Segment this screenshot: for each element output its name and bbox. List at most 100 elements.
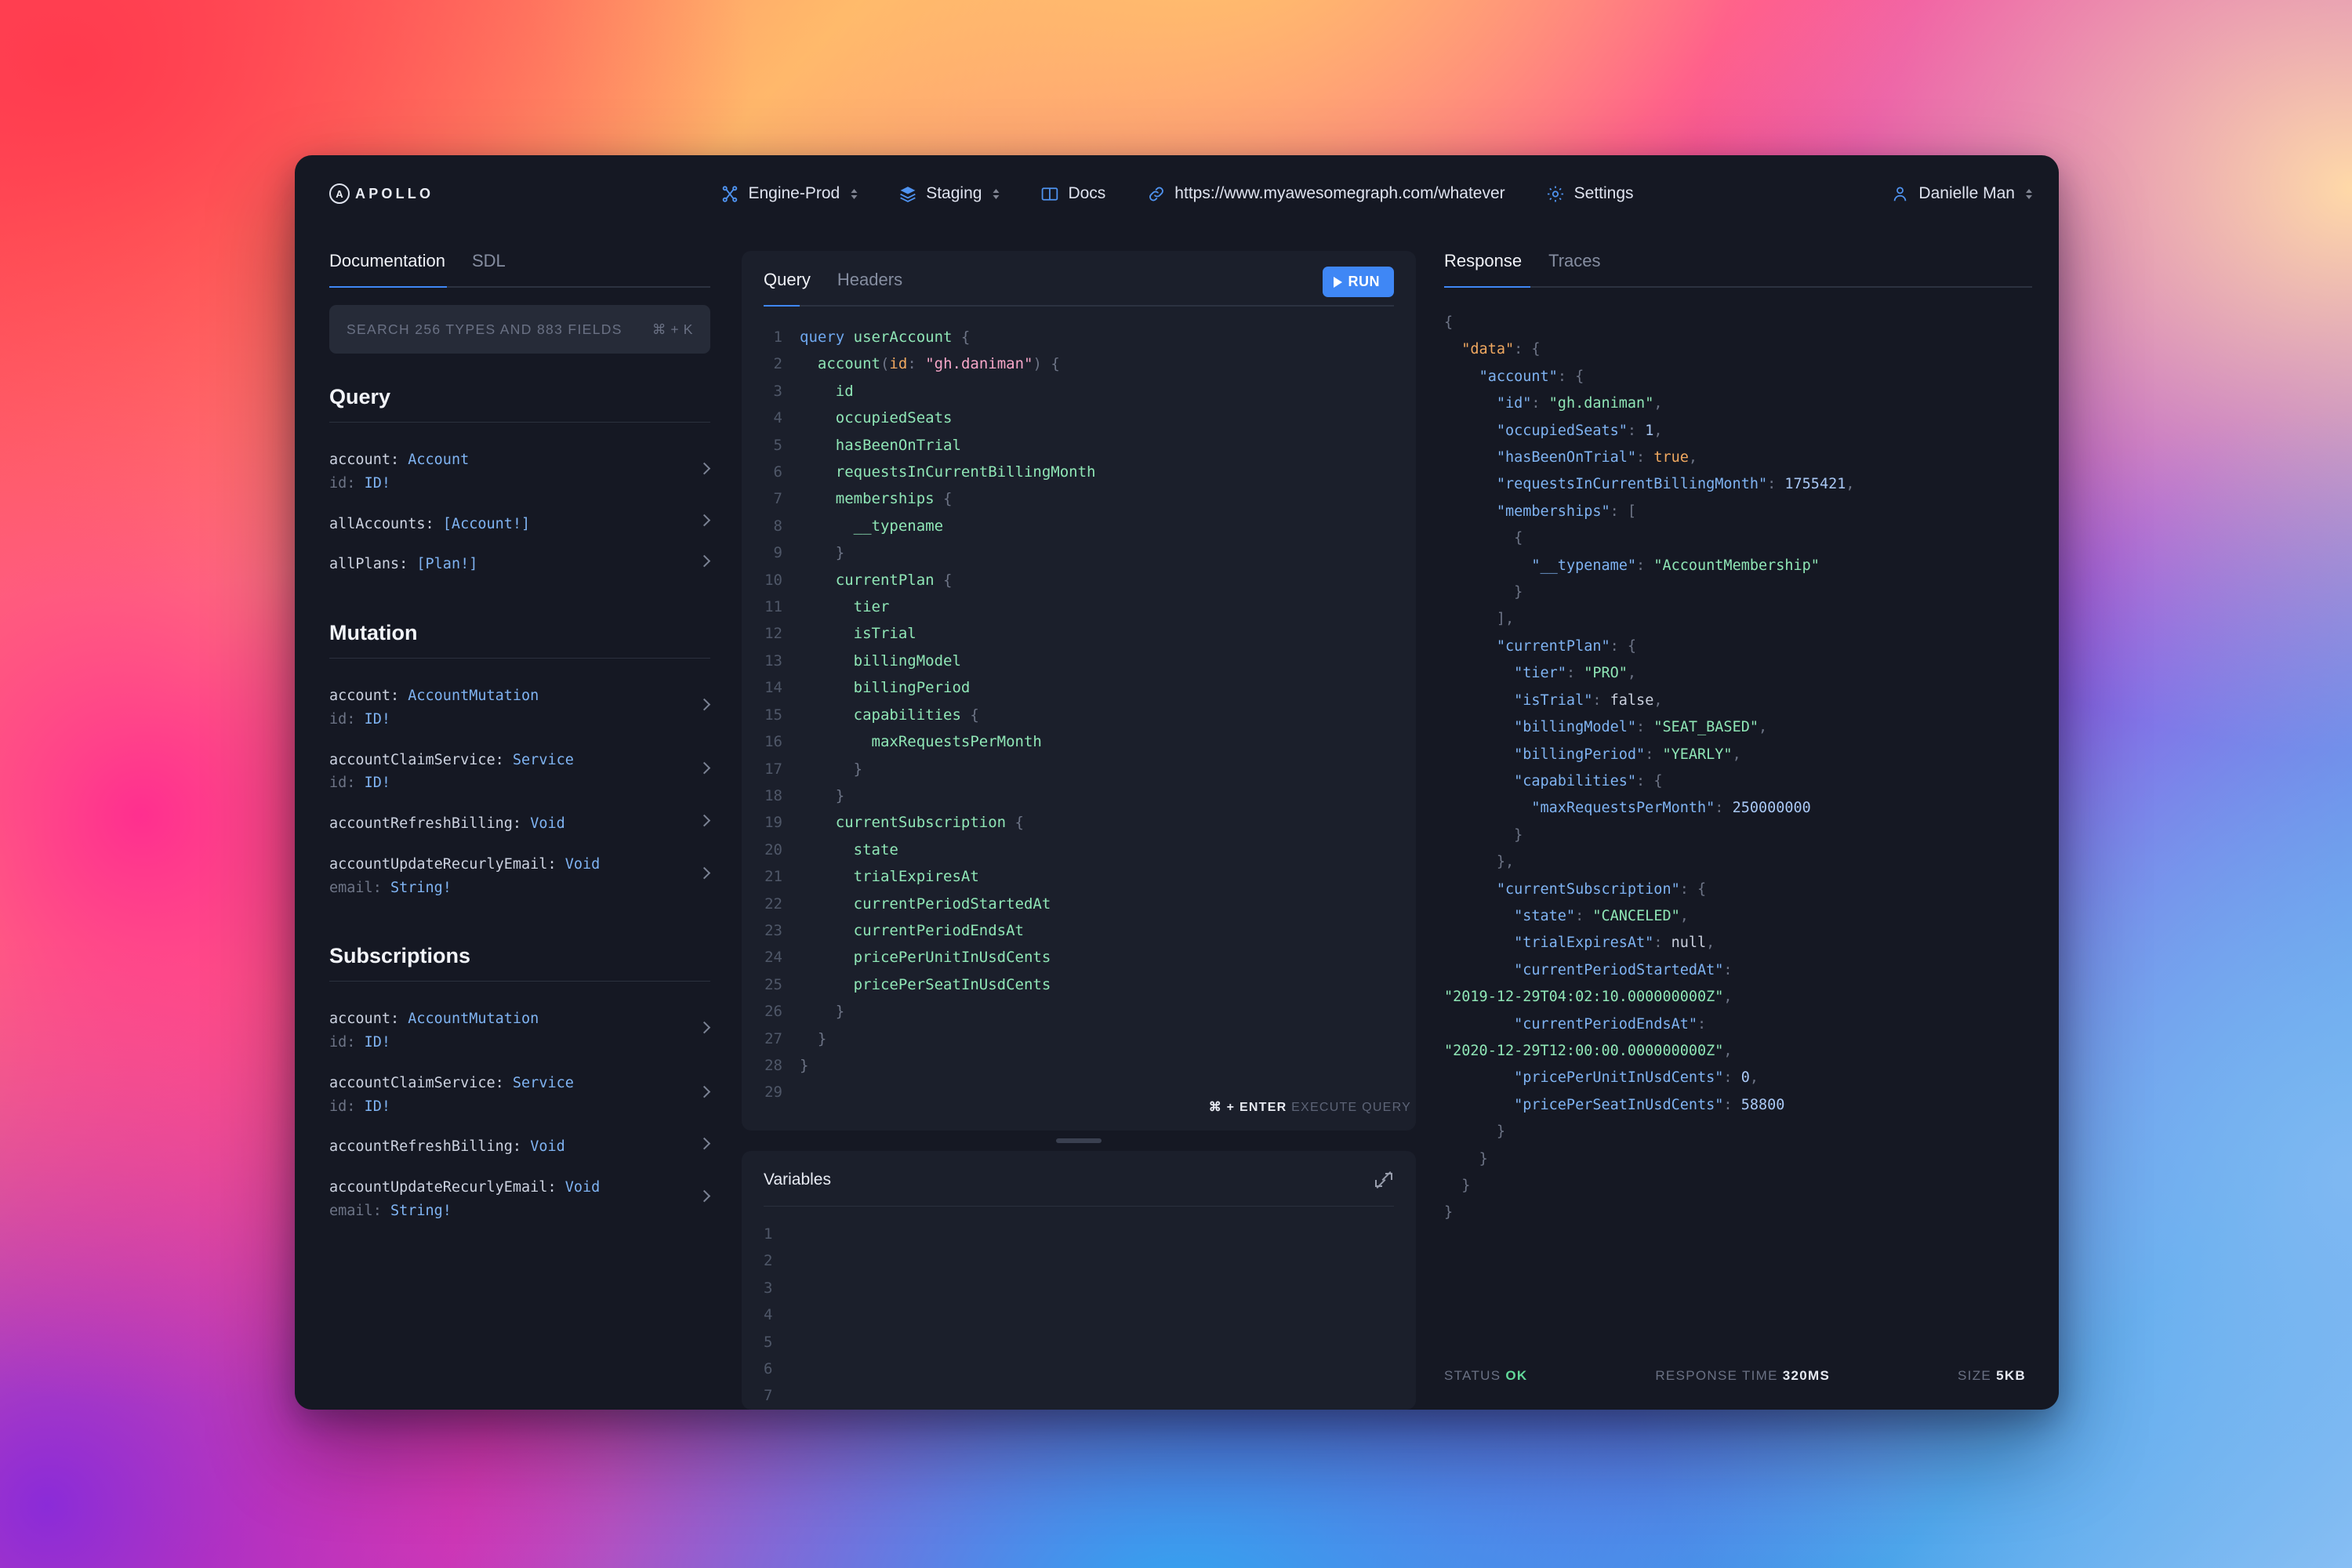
schema-field-row[interactable]: account: AccountMutation id: ID! xyxy=(329,999,711,1063)
tab-headers[interactable]: Headers xyxy=(837,270,902,305)
user-menu[interactable]: Danielle Man xyxy=(1890,184,2032,204)
code-token: "currentSubscription" xyxy=(1496,880,1680,898)
nav-item-staging[interactable]: Staging xyxy=(898,184,1000,204)
code-token: isTrial xyxy=(853,625,916,643)
code-token: : xyxy=(1715,800,1733,817)
code-token: : xyxy=(1723,1096,1741,1113)
code-token: 0 xyxy=(1740,1069,1750,1087)
line-number: 5 xyxy=(764,1333,773,1351)
code-line: 12 isTrial xyxy=(764,620,1394,647)
code-token: , xyxy=(1723,989,1733,1006)
code-token: , xyxy=(1723,1042,1733,1059)
query-code-editor[interactable]: 1 query userAccount {2 account(id: "gh.da… xyxy=(764,324,1394,1131)
code-token: { xyxy=(952,328,971,346)
nav-item-settings[interactable]: Settings xyxy=(1546,184,1634,204)
tab-traces[interactable]: Traces xyxy=(1548,251,1600,286)
code-token: "currentPlan" xyxy=(1496,637,1610,655)
code-line: 13 billingModel xyxy=(764,648,1394,674)
schema-field-row[interactable]: account: Account id: ID! xyxy=(329,440,711,504)
code-token: : xyxy=(1531,395,1549,412)
code-line-content: } xyxy=(800,539,844,566)
code-token: "trialExpiresAt" xyxy=(1514,935,1654,952)
field-type: [Plan!] xyxy=(416,556,478,573)
json-line: "__typename": "AccountMembership" xyxy=(1444,553,2032,579)
execute-shortcut-label: EXECUTE QUERY xyxy=(1291,1101,1411,1114)
code-token: "2020-12-29T12:00:00.000000000Z" xyxy=(1444,1042,1724,1059)
code-line-content: memberships { xyxy=(800,485,953,512)
json-line: "currentSubscription": { xyxy=(1444,877,2032,903)
nav-item-label: Docs xyxy=(1068,184,1106,202)
code-line-content: } xyxy=(800,998,844,1025)
search-placeholder: SEARCH 256 TYPES AND 883 FIELDS xyxy=(347,321,622,337)
chevron-right-icon xyxy=(698,1021,711,1034)
link-icon xyxy=(1146,184,1166,204)
code-token: false xyxy=(1610,691,1654,709)
code-line: 9 } xyxy=(764,539,1394,566)
code-token: "currentPeriodStartedAt" xyxy=(1514,961,1724,978)
schema-field-row[interactable]: allAccounts: [Account!] xyxy=(329,504,711,545)
line-number: 11 xyxy=(764,598,782,616)
tab-sdl[interactable]: SDL xyxy=(472,251,506,286)
code-token: currentPeriodEndsAt xyxy=(853,921,1024,939)
field-name: account: xyxy=(329,688,400,704)
chevron-right-icon xyxy=(698,462,711,475)
panel-resize-handle[interactable] xyxy=(742,1131,1416,1151)
nav-item-label: Staging xyxy=(926,184,982,202)
code-token: "isTrial" xyxy=(1514,691,1593,709)
tab-response[interactable]: Response xyxy=(1444,251,1522,286)
code-token: , xyxy=(1679,907,1689,924)
schema-field-row[interactable]: accountClaimService: Service id: ID! xyxy=(329,740,711,804)
code-line-content: account(id: "gh.daniman") { xyxy=(800,350,1060,377)
schema-field-row[interactable]: allPlans: [Plan!] xyxy=(329,544,711,585)
nav-item-docs[interactable]: Docs xyxy=(1040,184,1105,204)
field-arg-type: ID! xyxy=(364,474,390,492)
run-button[interactable]: RUN xyxy=(1322,267,1394,297)
code-token: : [ xyxy=(1610,503,1637,520)
json-line: } xyxy=(1444,1119,2032,1145)
schema-field-row[interactable]: accountClaimService: Service id: ID! xyxy=(329,1063,711,1127)
line-number: 21 xyxy=(764,868,782,886)
code-token: } xyxy=(835,1003,845,1021)
code-token: "__typename" xyxy=(1531,557,1637,574)
field-name: accountRefreshBilling: xyxy=(329,815,522,832)
chevron-right-icon xyxy=(698,1137,711,1150)
tab-query[interactable]: Query xyxy=(764,270,811,305)
code-line-content: } xyxy=(800,756,862,782)
nav-item-engine-prod[interactable]: Engine-Prod xyxy=(720,184,858,204)
schema-field-row[interactable]: accountUpdateRecurlyEmail: Void email: S… xyxy=(329,1167,711,1232)
code-line: 26 } xyxy=(764,998,1394,1025)
field-arg-type: String! xyxy=(390,879,452,896)
code-token: "capabilities" xyxy=(1514,772,1637,789)
schema-field-row[interactable]: accountRefreshBilling: Void xyxy=(329,1127,711,1167)
variables-code-editor[interactable]: 1 2 3 4 5 6 7 xyxy=(764,1221,1394,1410)
code-token: } xyxy=(800,1056,809,1074)
search-input[interactable]: SEARCH 256 TYPES AND 883 FIELDS ⌘ + K xyxy=(329,305,710,354)
apollo-logo[interactable]: APOLLO xyxy=(329,183,434,204)
tab-documentation[interactable]: Documentation xyxy=(329,251,445,286)
field-arg-type: ID! xyxy=(364,1034,390,1051)
documentation-panel: Documentation SDL SEARCH 256 TYPES AND 8… xyxy=(321,232,721,1410)
code-token: { xyxy=(1006,814,1024,832)
code-token: 1755421 xyxy=(1784,476,1846,493)
code-line: 4 occupiedSeats xyxy=(764,405,1394,431)
code-line-content: capabilities { xyxy=(800,702,979,728)
line-number: 8 xyxy=(773,517,782,535)
code-token: __typename xyxy=(853,517,944,535)
schema-field-row[interactable]: accountRefreshBilling: Void xyxy=(329,804,711,844)
collapse-icon[interactable] xyxy=(1374,1170,1394,1190)
field-name: accountUpdateRecurlyEmail: xyxy=(329,1179,557,1196)
code-token: , xyxy=(1627,665,1637,682)
code-token: : { xyxy=(1636,772,1663,789)
response-size-value: 5KB xyxy=(1996,1368,2026,1383)
code-token: id xyxy=(835,382,854,400)
schema-field-row[interactable]: account: AccountMutation id: ID! xyxy=(329,676,711,740)
code-line: 3 id xyxy=(764,378,1394,405)
schema-field-row[interactable]: accountUpdateRecurlyEmail: Void email: S… xyxy=(329,844,711,909)
nav-item-graph-url[interactable]: https://www.myawesomegraph.com/whatever xyxy=(1146,184,1505,204)
